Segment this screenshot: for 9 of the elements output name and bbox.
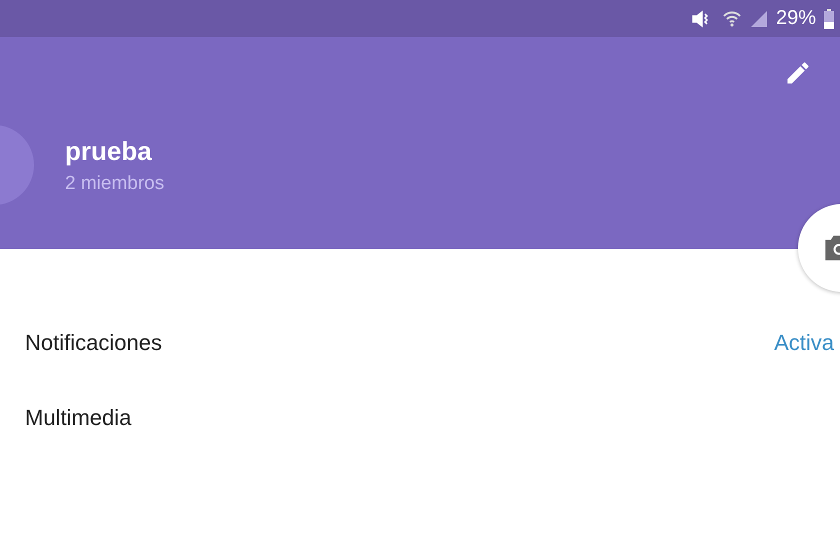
- setting-value[interactable]: Activa: [774, 330, 834, 356]
- signal-icon: [750, 10, 768, 28]
- battery-icon: [824, 8, 834, 28]
- member-count: 2 miembros: [65, 172, 164, 194]
- battery-percentage: 29%: [776, 7, 816, 30]
- wifi-icon: [722, 10, 742, 28]
- setting-label[interactable]: Notificaciones: [25, 330, 162, 356]
- group-name: prueba: [65, 136, 153, 166]
- setting-label[interactable]: Multimedia: [25, 404, 132, 430]
